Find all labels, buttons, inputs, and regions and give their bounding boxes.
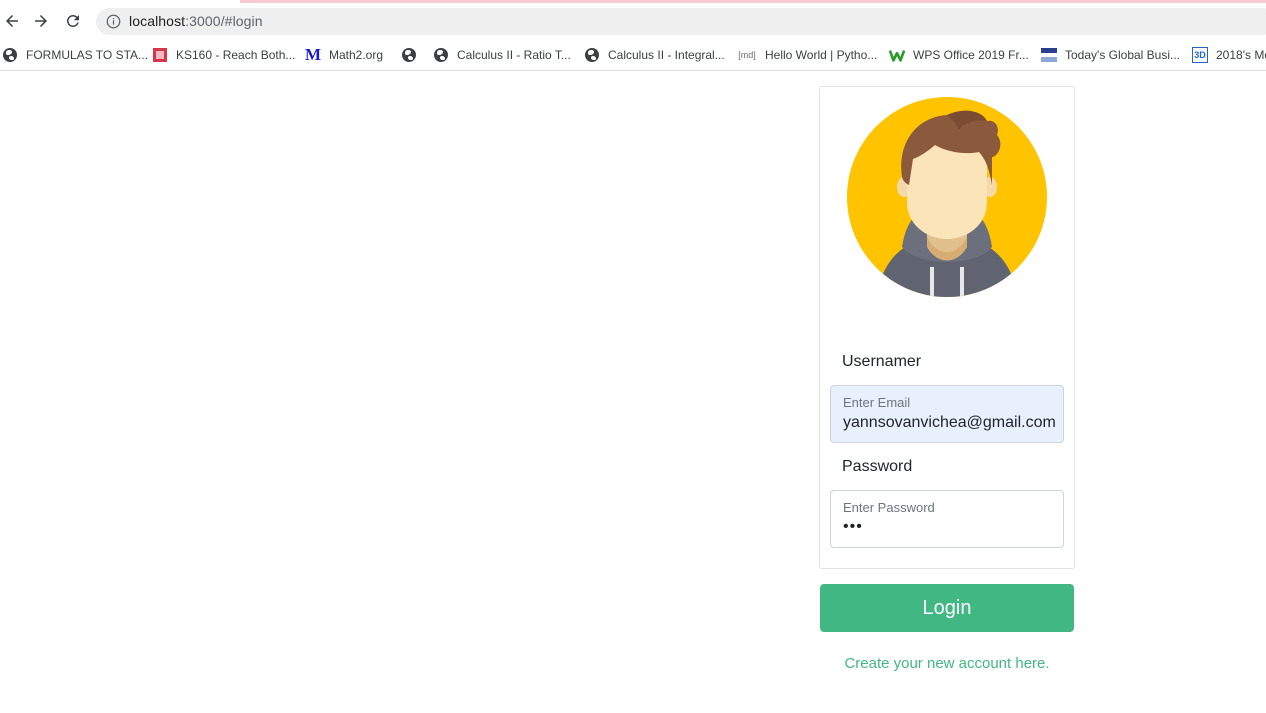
password-label: Password <box>842 458 913 475</box>
bookmark-item[interactable]: KS160 - Reach Both... <box>152 45 295 65</box>
username-label: Usernamer <box>842 353 922 370</box>
login-button[interactable]: Login <box>820 584 1074 632</box>
bookmark-item[interactable]: [md] Hello World | Pytho... <box>737 45 877 65</box>
url-text: localhost:3000/#login <box>129 13 263 29</box>
wps-icon <box>889 47 905 63</box>
password-value: ••• <box>843 518 863 535</box>
email-value: yannsovanvichea@gmail.com <box>843 414 1056 431</box>
globe-icon <box>433 47 449 63</box>
arrow-right-icon <box>35 15 47 27</box>
info-icon[interactable] <box>106 14 121 29</box>
bookmark-label: WPS Office 2019 Fr... <box>913 48 1029 62</box>
globe-icon <box>2 47 18 63</box>
browser-toolbar: localhost:3000/#login <box>0 3 1266 40</box>
bookmark-label: Hello World | Pytho... <box>765 48 878 62</box>
bookmark-item[interactable]: Calculus II - Ratio T... <box>433 45 571 65</box>
globe-icon <box>584 47 600 63</box>
flag-icon <box>1041 47 1057 63</box>
bookmark-item[interactable]: WPS Office 2019 Fr... <box>889 45 1029 65</box>
reload-icon <box>66 14 79 27</box>
url-host: localhost <box>129 13 186 29</box>
arrow-left-icon <box>6 15 18 27</box>
email-placeholder: Enter Email <box>843 395 911 410</box>
password-field[interactable]: Enter Password ••• <box>830 490 1064 548</box>
bookmark-label: Calculus II - Ratio T... <box>457 48 571 62</box>
user-avatar <box>847 97 1047 297</box>
bookmark-item[interactable] <box>401 45 425 65</box>
ks160-icon <box>152 47 168 63</box>
bookmark-label: FORMULAS TO STA... <box>26 48 149 62</box>
address-bar[interactable]: localhost:3000/#login <box>96 8 1266 35</box>
bookmark-item[interactable]: Calculus II - Integral... <box>584 45 725 65</box>
bookmark-label: Math2.org <box>329 48 384 62</box>
forward-button[interactable] <box>29 9 53 33</box>
password-placeholder: Enter Password <box>843 500 935 515</box>
bookmark-item[interactable]: M Math2.org <box>305 45 383 65</box>
bookmark-label: KS160 - Reach Both... <box>176 48 296 62</box>
bookmark-label: Calculus II - Integral... <box>608 48 725 62</box>
bookmark-label: 2018's Mo <box>1216 48 1266 62</box>
reload-button[interactable] <box>61 9 85 33</box>
login-card: Usernamer Enter Email yannsovanvichea@gm… <box>819 86 1075 569</box>
bookmark-label: Today's Global Busi... <box>1065 48 1181 62</box>
back-button[interactable] <box>0 9 24 33</box>
email-field[interactable]: Enter Email yannsovanvichea@gmail.com <box>830 385 1064 443</box>
bookmarks-bar: FORMULAS TO STA... KS160 - Reach Both...… <box>0 40 1266 71</box>
bookmark-item[interactable]: Today's Global Busi... <box>1041 45 1180 65</box>
math2-m-icon: M <box>304 45 322 64</box>
globe-icon <box>401 47 417 63</box>
bookmark-item[interactable]: 3D 2018's Mo <box>1192 45 1266 65</box>
md-icon: [md] <box>738 50 756 60</box>
3d-icon: 3D <box>1192 47 1208 63</box>
url-path: :3000/#login <box>185 13 263 29</box>
create-account-link[interactable]: Create your new account here. <box>820 655 1074 672</box>
bookmark-item[interactable]: FORMULAS TO STA... <box>2 45 148 65</box>
